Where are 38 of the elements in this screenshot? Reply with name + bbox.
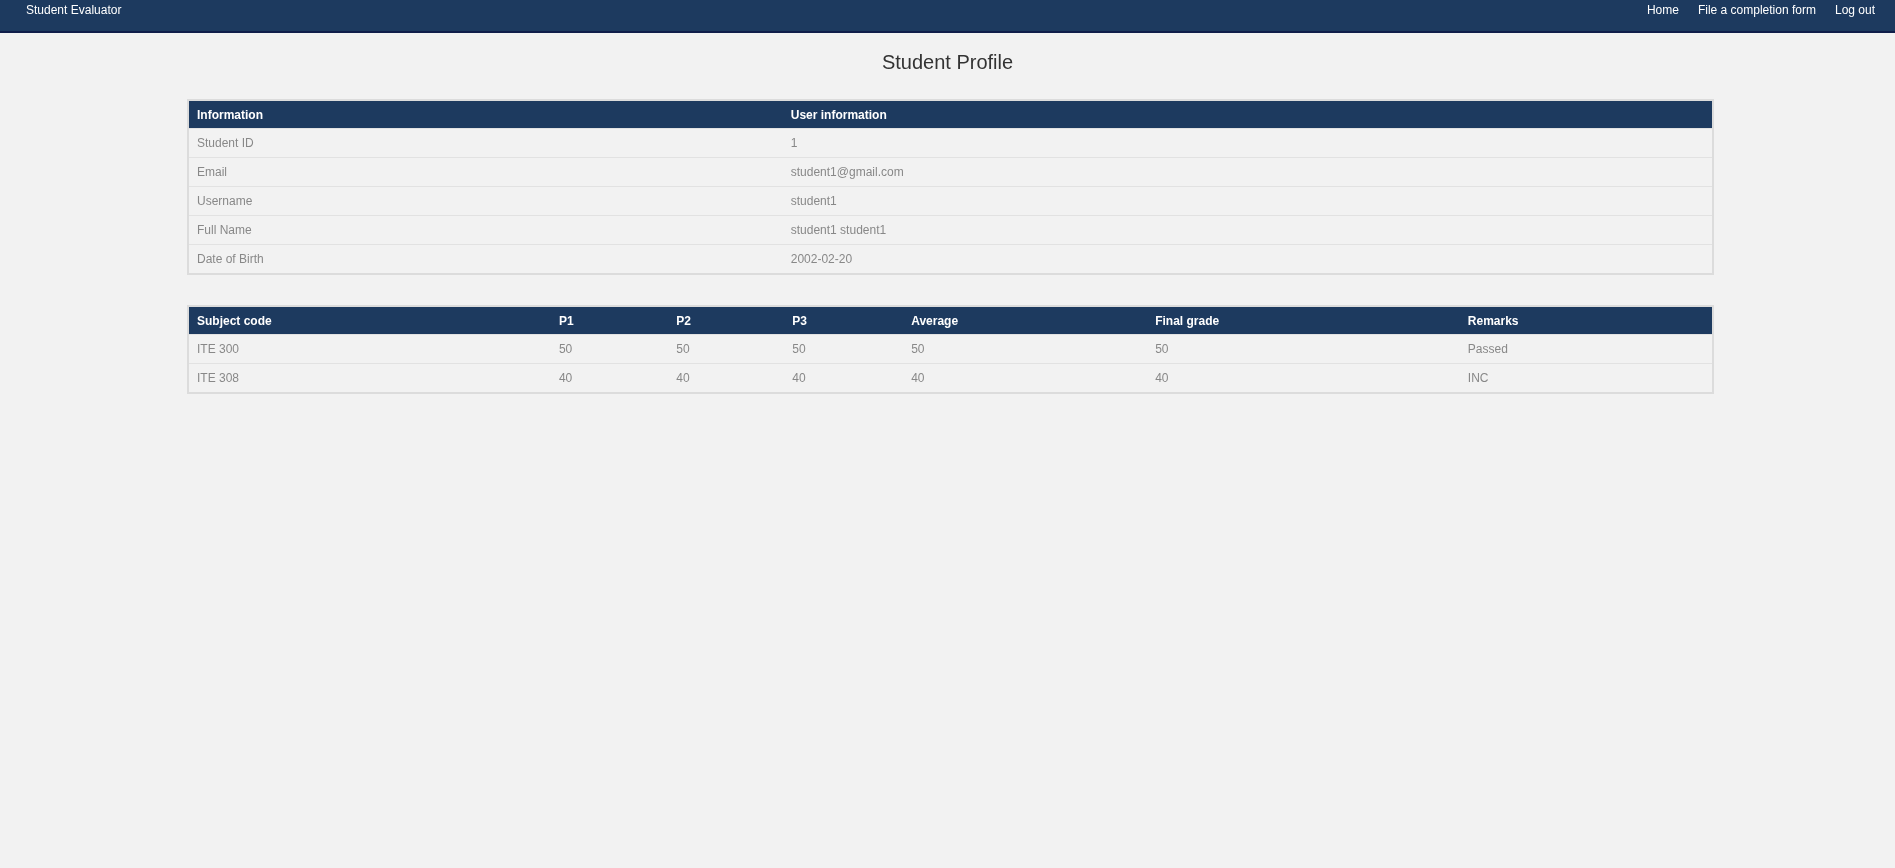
column-header: Average [903,306,1148,335]
table-cell: Username [188,186,783,216]
table-cell: Passed [1459,334,1713,364]
table-cell: student1@gmail.com [782,157,1713,187]
table-cell: 1 [782,128,1713,158]
column-header: Subject code [188,306,551,335]
table-cell: Full Name [188,215,783,245]
nav-link[interactable]: Home [1646,0,1679,17]
column-header: P1 [550,306,669,335]
table-cell: 40 [903,363,1148,393]
table-cell: 40 [550,363,669,393]
column-header: Final grade [1147,306,1460,335]
table-cell: 40 [668,363,785,393]
table-cell: 50 [668,334,785,364]
nav-link[interactable]: Log out [1834,0,1875,17]
table-cell: ITE 300 [188,334,551,364]
table-cell: Student ID [188,128,783,158]
table-cell: 40 [784,363,904,393]
page-title: Student Profile [880,50,1015,74]
column-header: User information [782,100,1713,129]
table-cell: student1 [782,186,1713,216]
column-header: P3 [784,306,904,335]
table-cell: student1 student1 [782,215,1713,245]
table-cell: 40 [1147,363,1460,393]
column-header: P2 [668,306,785,335]
column-header: Remarks [1459,306,1713,335]
column-header: Information [188,100,783,129]
table-cell: ITE 308 [188,363,551,393]
table-cell: 50 [550,334,669,364]
table-cell: INC [1459,363,1713,393]
table-cell: 2002-02-20 [782,244,1713,274]
table-cell: 50 [903,334,1148,364]
table-cell: 50 [1147,334,1460,364]
brand-link[interactable]: Student Evaluator [26,0,122,17]
table-cell: Date of Birth [188,244,783,274]
nav-link[interactable]: File a completion form [1697,0,1816,17]
table-cell: Email [188,157,783,187]
table-cell: 50 [784,334,904,364]
